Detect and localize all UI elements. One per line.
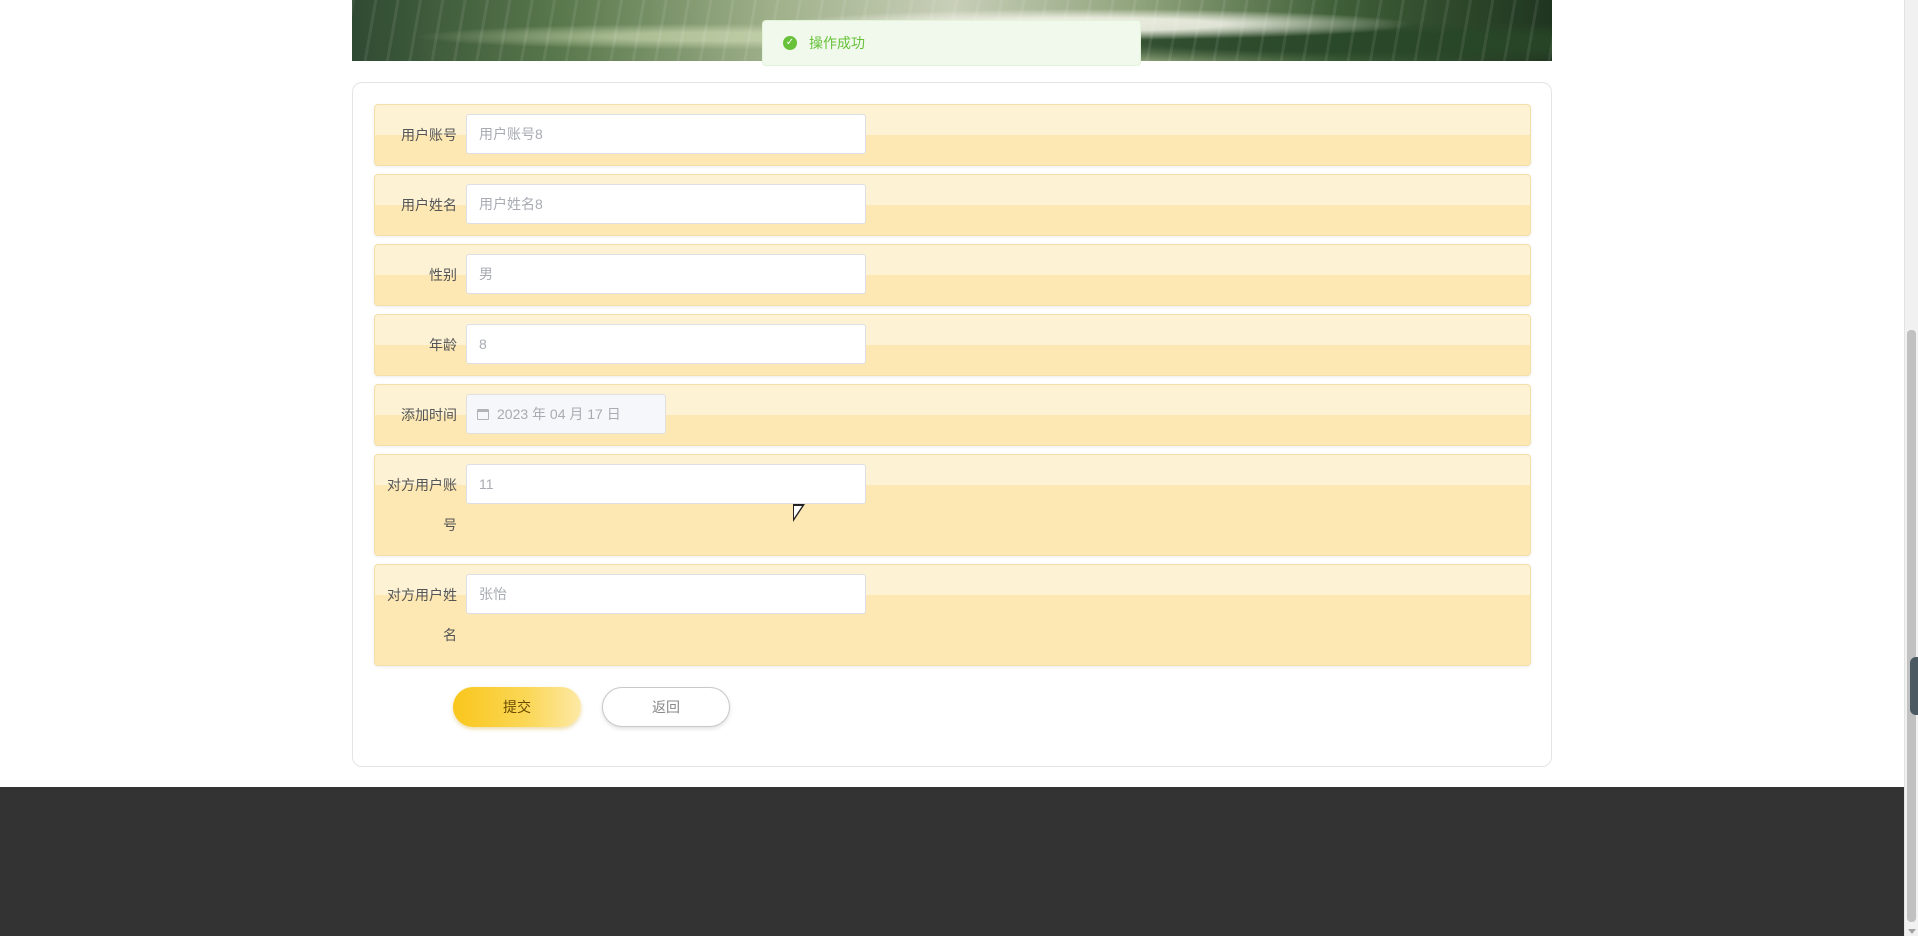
form-row-gender: 性别	[374, 244, 1531, 306]
check-circle-icon: ✓	[783, 36, 797, 50]
user-account-label: 用户账号	[401, 127, 457, 143]
form-row-other-name: 对方用户姓名	[374, 564, 1531, 666]
user-name-label: 用户姓名	[401, 197, 457, 213]
form-row-add-time: 添加时间 2023 年 04 月 17 日	[374, 384, 1531, 446]
gender-input[interactable]	[466, 254, 866, 294]
age-label: 年龄	[429, 337, 457, 353]
scroll-down-arrow-icon[interactable]	[1908, 929, 1916, 934]
user-account-input[interactable]	[466, 114, 866, 154]
toast-message: 操作成功	[809, 35, 865, 51]
back-button[interactable]: 返回	[602, 687, 730, 727]
side-widget-tab[interactable]	[1910, 657, 1918, 715]
footer	[0, 787, 1904, 936]
other-name-input[interactable]	[466, 574, 866, 614]
other-name-label: 对方用户姓名	[387, 587, 457, 643]
scrollbar-thumb[interactable]	[1907, 330, 1916, 922]
age-input[interactable]	[466, 324, 866, 364]
other-account-input[interactable]	[466, 464, 866, 504]
calendar-icon	[477, 408, 489, 420]
add-time-value: 2023 年 04 月 17 日	[497, 406, 621, 422]
success-toast: ✓ 操作成功	[762, 20, 1141, 66]
form-row-user-account: 用户账号	[374, 104, 1531, 166]
user-name-input[interactable]	[466, 184, 866, 224]
submit-button[interactable]: 提交	[453, 687, 581, 727]
form-row-age: 年龄	[374, 314, 1531, 376]
add-time-label: 添加时间	[401, 407, 457, 423]
form-card: 用户账号 用户姓名 性别 年龄 添加时间 2023 年 04 月 17 日 对方…	[352, 82, 1552, 767]
form-row-user-name: 用户姓名	[374, 174, 1531, 236]
page: ✓ 操作成功 用户账号 用户姓名 性别 年龄 添加时间 2023 年 04 月 …	[0, 0, 1918, 936]
form-row-other-account: 对方用户账号	[374, 454, 1531, 556]
gender-label: 性别	[429, 267, 457, 283]
vertical-scrollbar[interactable]	[1904, 0, 1918, 936]
mouse-cursor-icon	[793, 504, 805, 522]
add-time-date-picker[interactable]: 2023 年 04 月 17 日	[466, 394, 666, 434]
other-account-label: 对方用户账号	[387, 477, 457, 533]
